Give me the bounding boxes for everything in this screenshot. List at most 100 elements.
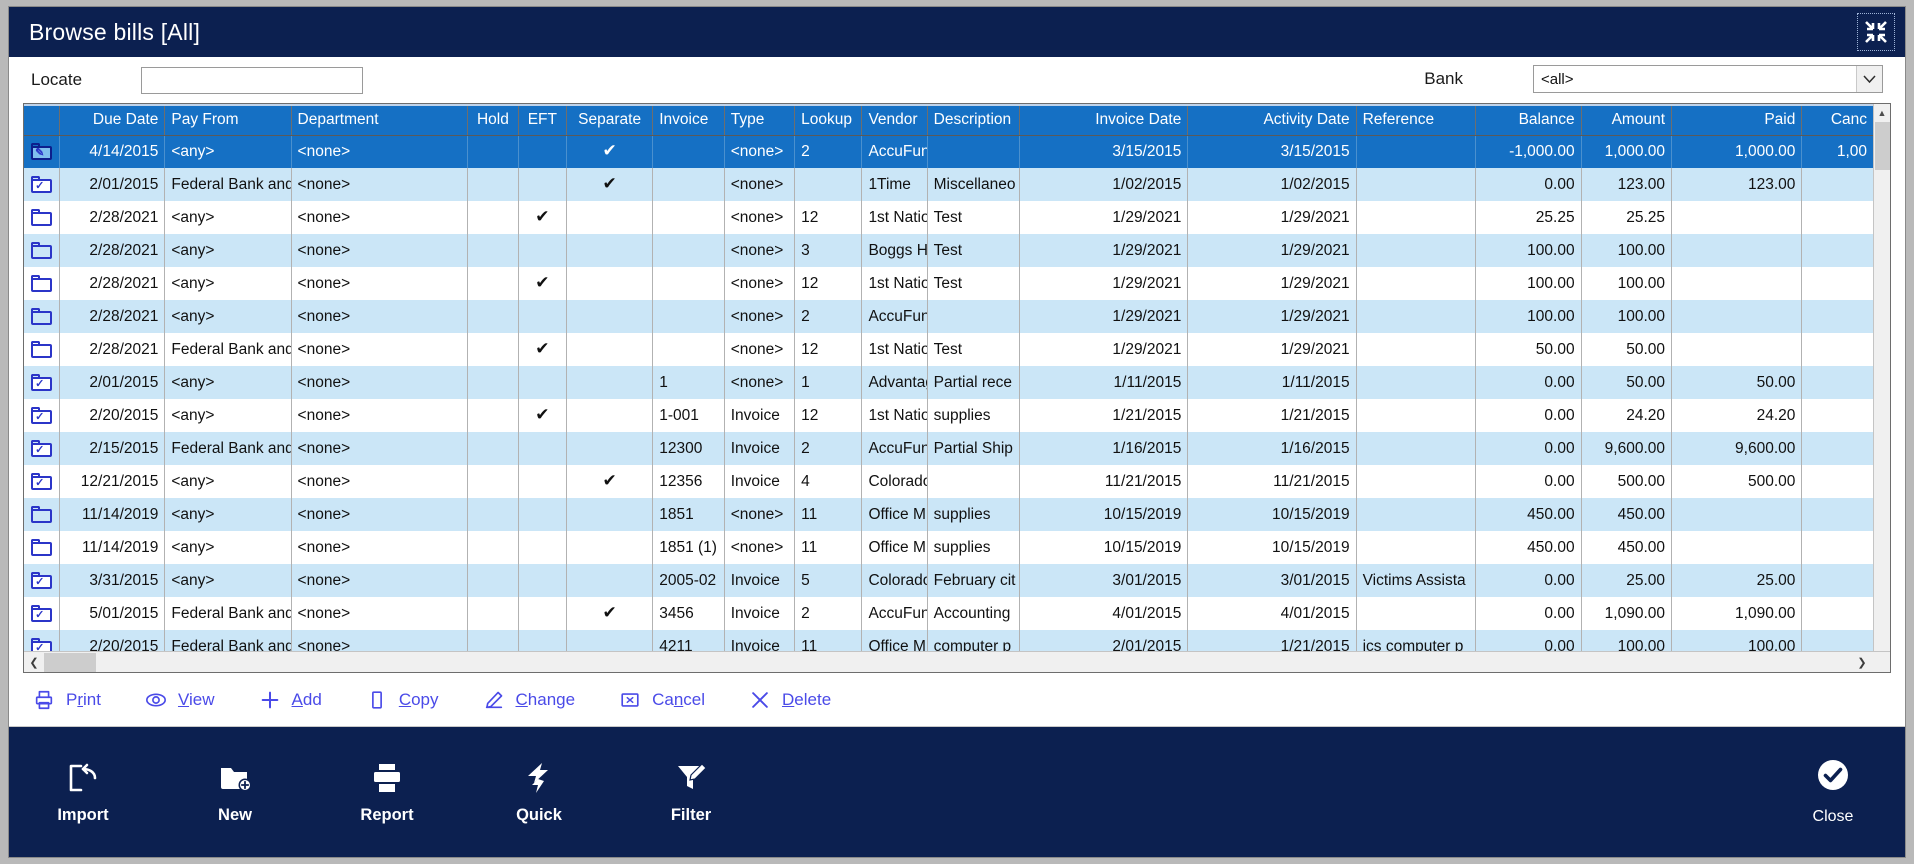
cell-balance: 0.00 [1476,168,1581,201]
toolbar-button-new[interactable]: New [187,749,283,835]
table-row[interactable]: ✓2/20/2015Federal Bank and<none>4211Invo… [24,630,1873,651]
cell-separate [567,498,653,531]
column-header-invoice_date[interactable]: Invoice Date [1020,105,1188,135]
cell-description: supplies [927,531,1020,564]
cell-invoice: 12300 [653,432,724,465]
table-row[interactable]: ✓2/01/2015Federal Bank and<none>✔<none>1… [24,168,1873,201]
table-row[interactable]: ✓12/21/2015<any><none>✔12356Invoice4Colo… [24,465,1873,498]
table-row[interactable]: 2/28/2021<any><none><none>3Boggs HTest1/… [24,234,1873,267]
restore-window-button[interactable] [1857,13,1895,51]
column-header-lookup[interactable]: Lookup [795,105,862,135]
vertical-scroll-thumb[interactable] [1875,122,1890,170]
scroll-right-icon[interactable]: ❯ [1852,656,1872,669]
toolbar-button-filter[interactable]: Filter [643,749,739,835]
cell-lookup: 4 [795,465,862,498]
close-button-label: Close [1813,808,1854,826]
cell-pay_from: <any> [165,531,291,564]
cell-paid: 50.00 [1672,366,1802,399]
change-action-label: Change [516,690,576,710]
table-row[interactable]: 2/28/2021<any><none>✔<none>121st NatioTe… [24,201,1873,234]
column-header-due_date[interactable]: Due Date [60,105,165,135]
cell-pay_from: <any> [165,399,291,432]
column-header-department[interactable]: Department [291,105,468,135]
close-button[interactable]: Close [1787,749,1879,835]
browse-bills-window: Browse bills [All] Locate Bank <all> [8,6,1906,858]
column-header-amount[interactable]: Amount [1581,105,1671,135]
cell-paid: 24.20 [1672,399,1802,432]
cell-lookup: 1 [795,366,862,399]
bills-grid: Due DatePay FromDepartmentHoldEFTSeparat… [23,103,1891,673]
delete-action-label: Delete [782,690,831,710]
cell-paid [1672,201,1802,234]
cell-activity_date: 1/11/2015 [1188,366,1356,399]
table-row[interactable]: ✓2/15/2015Federal Bank and<none>12300Inv… [24,432,1873,465]
column-header-cancelled[interactable]: Canc [1802,105,1873,135]
change-action[interactable]: Change [483,689,576,711]
column-header-description[interactable]: Description [927,105,1020,135]
cell-department: <none> [291,432,468,465]
bank-label: Bank [1424,69,1463,89]
bank-select[interactable]: <all> [1533,65,1883,93]
cell-hold [468,564,518,597]
cell-department: <none> [291,399,468,432]
scroll-left-icon[interactable]: ❮ [24,656,44,669]
column-header-invoice[interactable]: Invoice [653,105,724,135]
cell-pay_from: Federal Bank and [165,432,291,465]
table-row[interactable]: 2/28/2021<any><none>✔<none>121st NatioTe… [24,267,1873,300]
column-header-icon[interactable] [24,105,60,135]
chevron-down-icon[interactable] [1856,66,1882,92]
table-row[interactable]: ✓5/01/2015Federal Bank and<none>✔3456Inv… [24,597,1873,630]
cell-cancelled [1802,201,1873,234]
table-row[interactable]: 11/14/2019<any><none>1851 (1)<none>11Off… [24,531,1873,564]
cell-eft [518,432,566,465]
cell-invoice: 12356 [653,465,724,498]
grid-horizontal-scrollbar[interactable]: ❮ ❯ [24,651,1890,672]
add-action[interactable]: Add [259,689,322,711]
column-header-hold[interactable]: Hold [468,105,518,135]
column-header-paid[interactable]: Paid [1672,105,1802,135]
table-row[interactable]: 11/14/2019<any><none>1851<none>11Office … [24,498,1873,531]
table-row[interactable]: 2/28/2021<any><none><none>2AccuFun1/29/2… [24,300,1873,333]
cell-type: <none> [724,366,794,399]
row-status-icon-cell [24,201,60,234]
cell-amount: 50.00 [1581,366,1671,399]
cell-vendor: AccuFun [862,597,927,630]
table-row[interactable]: ✓3/31/2015<any><none>2005-02Invoice5Colo… [24,564,1873,597]
column-header-activity_date[interactable]: Activity Date [1188,105,1356,135]
table-row[interactable]: 2/28/2021Federal Bank and<none>✔<none>12… [24,333,1873,366]
row-status-icon-cell [24,333,60,366]
cell-hold [468,168,518,201]
cell-type: Invoice [724,399,794,432]
bills-table: Due DatePay FromDepartmentHoldEFTSeparat… [24,104,1873,651]
column-header-vendor[interactable]: Vendor [862,105,927,135]
horizontal-scroll-thumb[interactable] [44,653,96,672]
toolbar-button-report[interactable]: Report [339,749,435,835]
column-header-separate[interactable]: Separate [567,105,653,135]
table-row[interactable]: ✓2/20/2015<any><none>✔1-001Invoice121st … [24,399,1873,432]
view-action[interactable]: View [145,689,215,711]
copy-action[interactable]: Copy [366,689,439,711]
print-action[interactable]: Print [33,689,101,711]
scroll-up-icon[interactable]: ▲ [1874,104,1891,121]
checkmark-icon: ✔ [535,339,549,358]
cell-type: <none> [724,201,794,234]
column-header-type[interactable]: Type [724,105,794,135]
locate-input[interactable] [141,67,363,94]
toolbar-button-import[interactable]: Import [35,749,131,835]
column-header-balance[interactable]: Balance [1476,105,1581,135]
grid-vertical-scrollbar[interactable]: ▲ [1873,104,1890,651]
column-header-pay_from[interactable]: Pay From [165,105,291,135]
cell-amount: 500.00 [1581,465,1671,498]
cell-balance: 25.25 [1476,201,1581,234]
cell-vendor: Boggs H [862,234,927,267]
table-row[interactable]: ✎4/14/2015<any><none>✔<none>2AccuFun3/15… [24,135,1873,168]
column-header-reference[interactable]: Reference [1356,105,1476,135]
cell-paid [1672,267,1802,300]
toolbar-button-quick[interactable]: Quick [491,749,587,835]
cell-description: Accounting [927,597,1020,630]
table-row[interactable]: ✓2/01/2015<any><none>1<none>1AdvantagPar… [24,366,1873,399]
delete-action[interactable]: Delete [749,689,831,711]
cell-separate: ✔ [567,168,653,201]
cancel-action[interactable]: Cancel [619,689,705,711]
column-header-eft[interactable]: EFT [518,105,566,135]
